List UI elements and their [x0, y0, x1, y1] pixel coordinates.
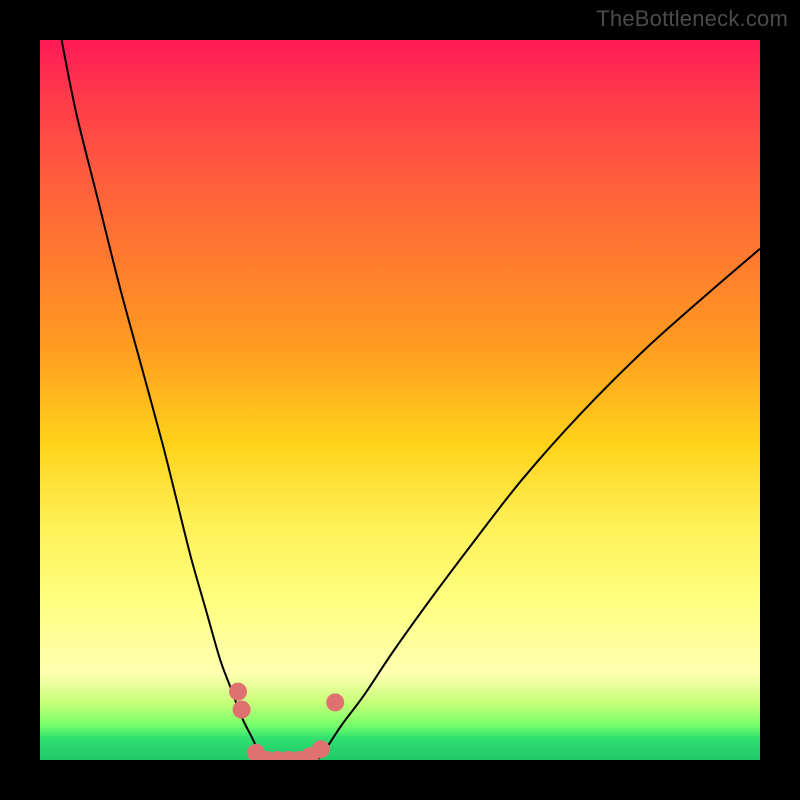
data-markers-group [229, 683, 344, 760]
chart-svg [40, 40, 760, 760]
bottleneck-curve [62, 40, 760, 760]
data-marker [326, 693, 344, 711]
watermark-text: TheBottleneck.com [596, 6, 788, 32]
chart-frame: TheBottleneck.com [0, 0, 800, 800]
plot-area [40, 40, 760, 760]
data-marker [229, 683, 247, 701]
data-marker [233, 701, 251, 719]
data-marker [312, 740, 330, 758]
